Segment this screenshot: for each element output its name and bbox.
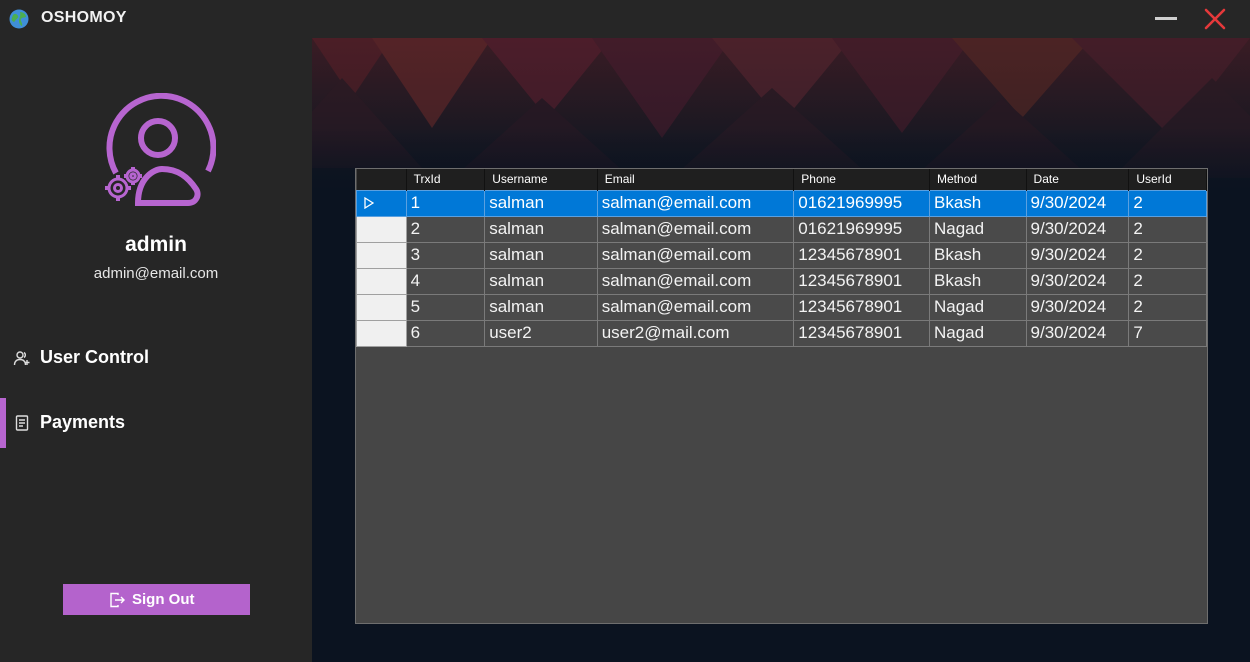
- sign-out-label: Sign Out: [132, 591, 195, 608]
- table-cell[interactable]: 2: [1128, 189, 1207, 217]
- table-cell[interactable]: 2: [405, 215, 486, 243]
- table-cell[interactable]: 9/30/2024: [1025, 267, 1130, 295]
- column-header[interactable]: Email: [596, 169, 795, 190]
- row-header[interactable]: [356, 215, 407, 243]
- table-cell[interactable]: salman@email.com: [596, 241, 795, 269]
- header-row: TrxId Username Email Phone Method Date U…: [356, 169, 1207, 190]
- table-cell[interactable]: salman@email.com: [596, 215, 795, 243]
- table-cell[interactable]: 2: [1128, 215, 1207, 243]
- table-cell[interactable]: salman: [484, 241, 598, 269]
- table-row[interactable]: 6 user2 user2@mail.com 12345678901 Nagad…: [356, 319, 1207, 347]
- row-header[interactable]: [356, 293, 407, 321]
- user-email: admin@email.com: [93, 265, 219, 282]
- table-cell[interactable]: 3: [405, 241, 486, 269]
- table-cell[interactable]: 2: [1128, 241, 1207, 269]
- table-cell[interactable]: user2@mail.com: [596, 319, 795, 347]
- table-cell[interactable]: 7: [1128, 319, 1207, 347]
- table-cell[interactable]: salman: [484, 215, 598, 243]
- column-header[interactable]: TrxId: [405, 169, 486, 190]
- nav-payments-label: Payments: [40, 412, 126, 432]
- table-cell[interactable]: salman@email.com: [596, 189, 795, 217]
- table-cell[interactable]: Nagad: [928, 319, 1027, 347]
- table-cell[interactable]: Nagad: [928, 215, 1027, 243]
- table-cell[interactable]: 01621969995: [793, 189, 930, 217]
- table-cell[interactable]: 2: [1128, 267, 1207, 295]
- table-cell[interactable]: salman: [484, 293, 598, 321]
- table-row[interactable]: 1 salman salman@email.com 01621969995 Bk…: [356, 189, 1207, 217]
- current-row-arrow-icon: [364, 197, 374, 209]
- active-indicator: [0, 398, 6, 448]
- table-cell[interactable]: 1: [405, 189, 486, 217]
- nav-user-control[interactable]: User Control: [0, 333, 312, 383]
- admin-avatar-icon: [105, 93, 216, 206]
- table-cell[interactable]: 01621969995: [793, 215, 930, 243]
- table-cell[interactable]: Bkash: [928, 241, 1027, 269]
- row-header[interactable]: [356, 241, 407, 269]
- table-row[interactable]: 4 salman salman@email.com 12345678901 Bk…: [356, 267, 1207, 295]
- table-row[interactable]: 2 salman salman@email.com 01621969995 Na…: [356, 215, 1207, 243]
- column-header[interactable]: Date: [1025, 169, 1130, 190]
- table-cell[interactable]: user2: [484, 319, 598, 347]
- table-cell[interactable]: Nagad: [928, 293, 1027, 321]
- table-cell[interactable]: 9/30/2024: [1025, 241, 1130, 269]
- app-title: OSHOMOY: [41, 9, 127, 26]
- globe-icon: [9, 9, 29, 29]
- sidebar: admin admin@email.com User Control Payme…: [0, 38, 312, 662]
- payments-table: TrxId Username Email Phone Method Date U…: [356, 169, 1207, 347]
- table-cell[interactable]: salman@email.com: [596, 267, 795, 295]
- table-cell[interactable]: 9/30/2024: [1025, 189, 1130, 217]
- sign-out-icon: [110, 592, 125, 608]
- table-cell[interactable]: 4: [405, 267, 486, 295]
- table-cell[interactable]: 2: [1128, 293, 1207, 321]
- table-cell[interactable]: salman: [484, 267, 598, 295]
- table-cell[interactable]: 9/30/2024: [1025, 215, 1130, 243]
- payments-grid[interactable]: TrxId Username Email Phone Method Date U…: [355, 168, 1208, 624]
- table-cell[interactable]: 6: [405, 319, 486, 347]
- receipt-icon: [15, 415, 29, 431]
- users-icon: [13, 351, 30, 366]
- table-cell[interactable]: 9/30/2024: [1025, 319, 1130, 347]
- table-cell[interactable]: salman: [484, 189, 598, 217]
- row-header-corner: [356, 169, 407, 190]
- table-cell[interactable]: salman@email.com: [596, 293, 795, 321]
- table-cell[interactable]: Bkash: [928, 189, 1027, 217]
- nav-payments[interactable]: Payments: [0, 398, 312, 448]
- table-cell[interactable]: Bkash: [928, 267, 1027, 295]
- column-header[interactable]: Phone: [793, 169, 930, 190]
- row-header[interactable]: [356, 189, 407, 217]
- table-cell[interactable]: 5: [405, 293, 486, 321]
- row-header[interactable]: [356, 267, 407, 295]
- close-icon[interactable]: [1204, 8, 1226, 30]
- sign-out-button[interactable]: Sign Out: [63, 584, 250, 615]
- user-name: admin: [125, 233, 187, 256]
- column-header[interactable]: UserId: [1128, 169, 1207, 190]
- row-header[interactable]: [356, 319, 407, 347]
- minimize-button[interactable]: [1155, 17, 1177, 20]
- title-bar: OSHOMOY: [0, 0, 1250, 38]
- nav-user-control-label: User Control: [40, 347, 150, 367]
- table-cell[interactable]: 12345678901: [793, 319, 930, 347]
- table-cell[interactable]: 12345678901: [793, 267, 930, 295]
- table-row[interactable]: 5 salman salman@email.com 12345678901 Na…: [356, 293, 1207, 321]
- table-cell[interactable]: 12345678901: [793, 293, 930, 321]
- column-header[interactable]: Method: [928, 169, 1027, 190]
- table-cell[interactable]: 9/30/2024: [1025, 293, 1130, 321]
- table-cell[interactable]: 12345678901: [793, 241, 930, 269]
- table-row[interactable]: 3 salman salman@email.com 12345678901 Bk…: [356, 241, 1207, 269]
- column-header[interactable]: Username: [484, 169, 598, 190]
